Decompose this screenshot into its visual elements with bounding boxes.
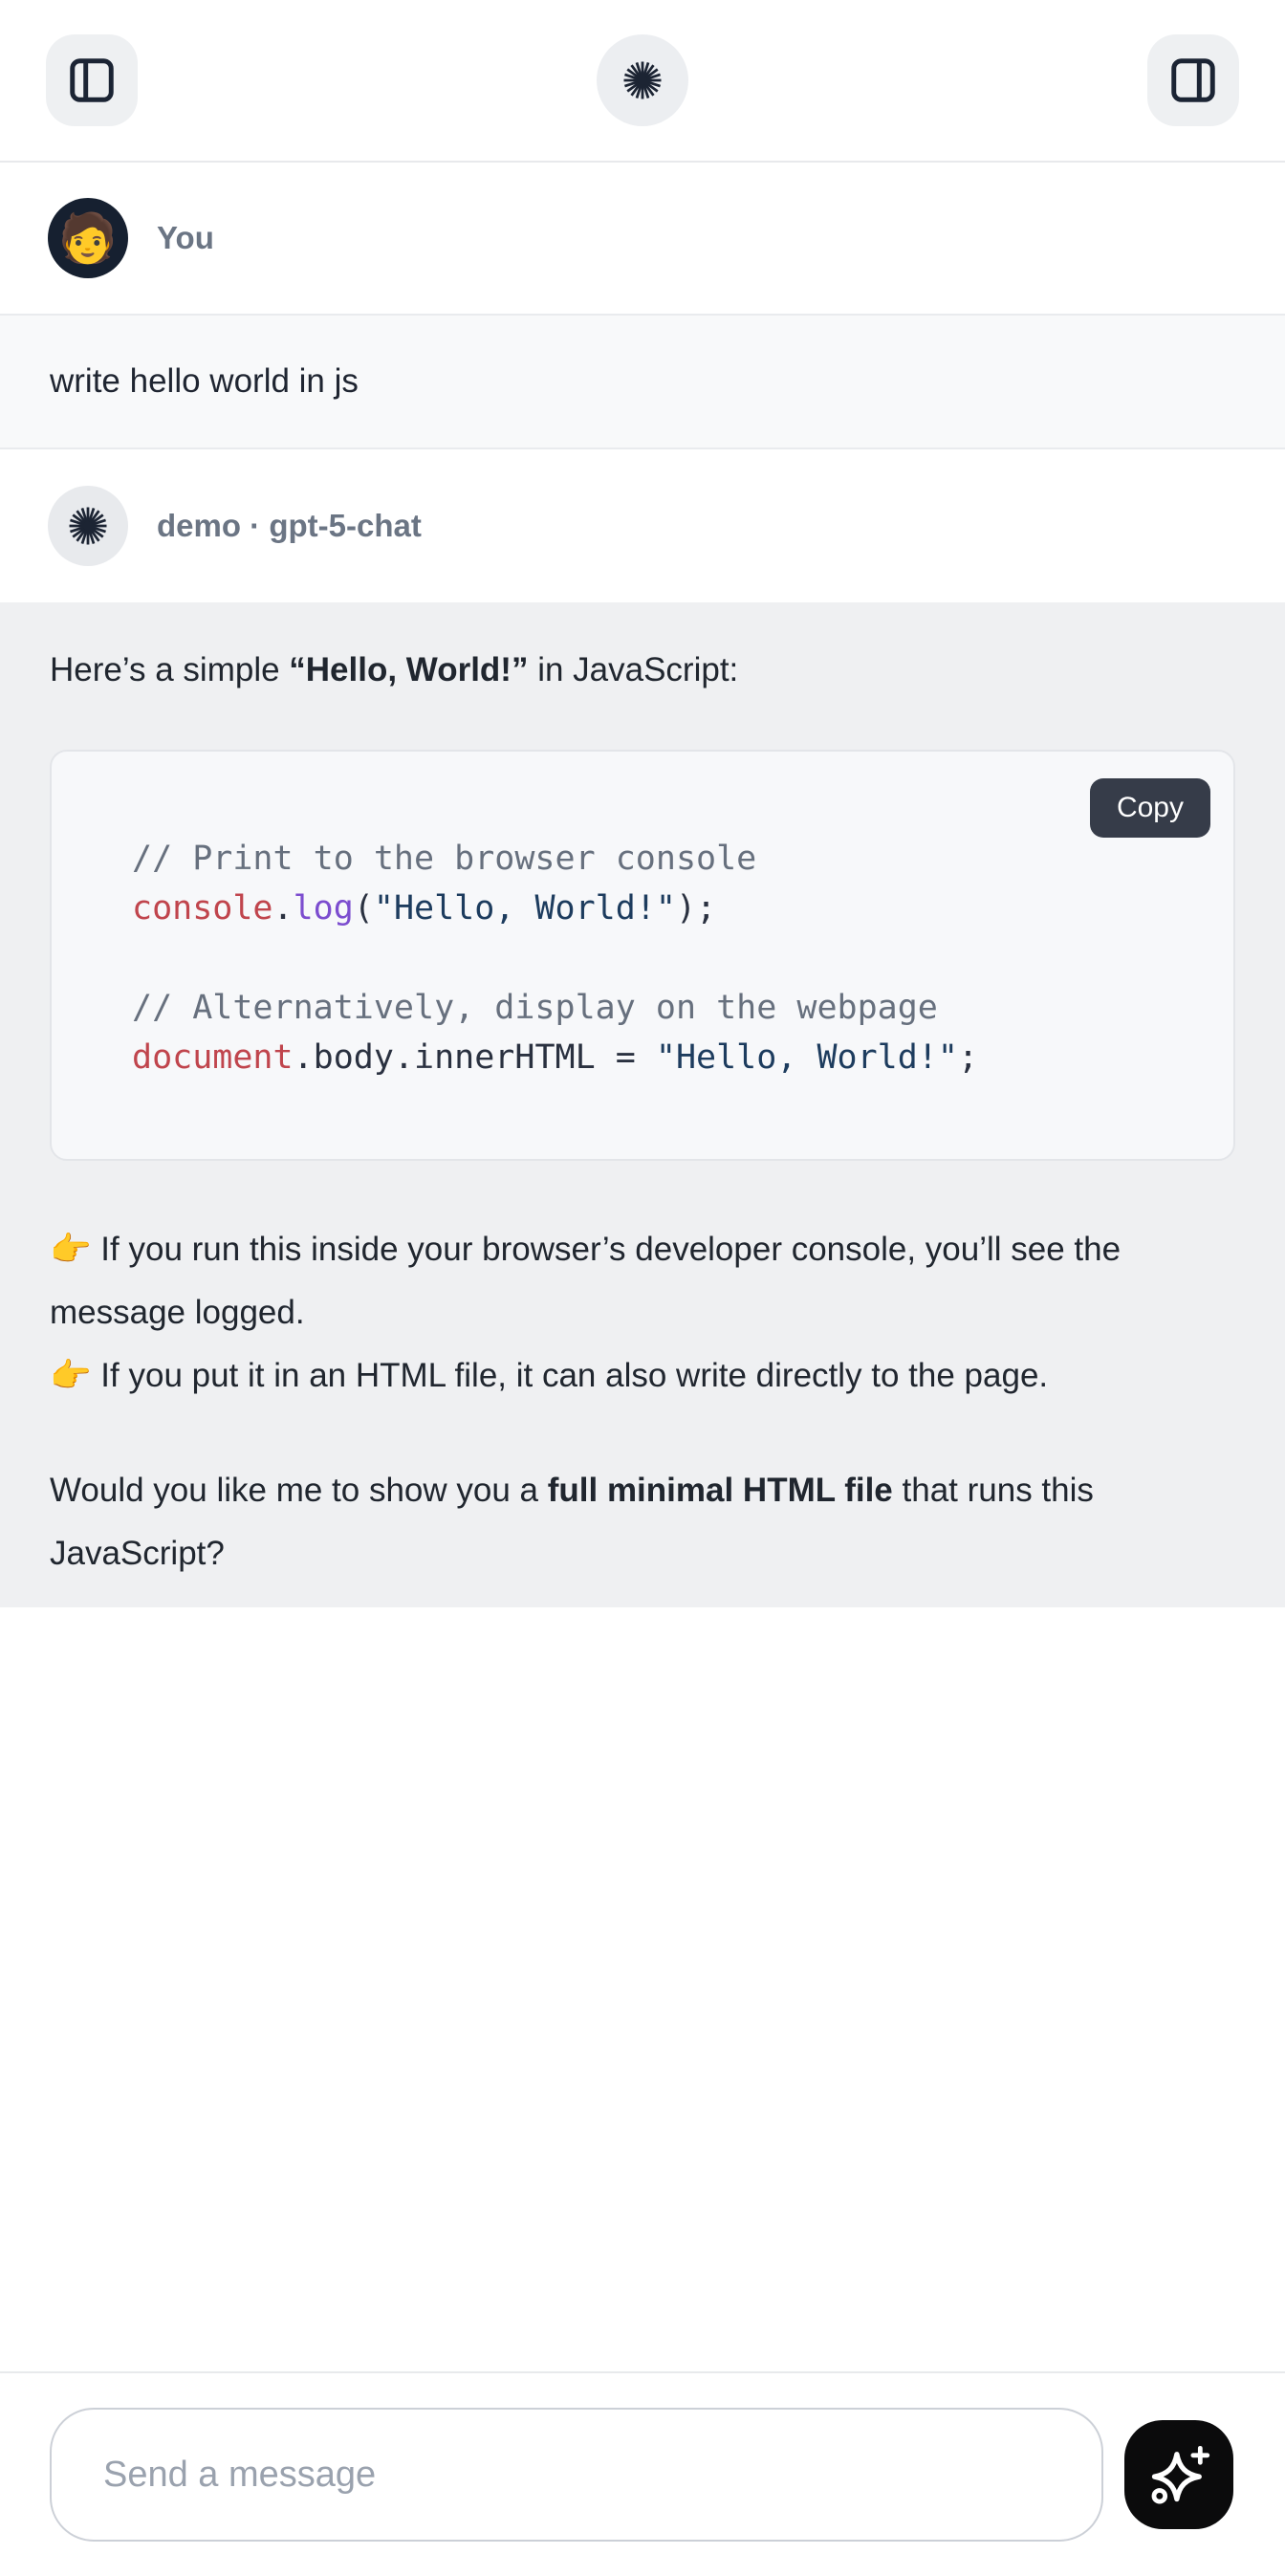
user-message-text: write hello world in js <box>50 362 359 401</box>
code-line: console.log("Hello, World!"); <box>132 884 1195 933</box>
composer-bar <box>0 2371 1285 2576</box>
user-message-bubble: write hello world in js <box>0 314 1285 449</box>
assistant-note-line: 👉 If you run this inside your browser’s … <box>50 1218 1235 1344</box>
user-message-header: 🧑 You <box>0 163 1285 314</box>
code-line-blank <box>132 933 1195 983</box>
empty-space <box>0 1607 1285 2371</box>
code-line: document.body.innerHTML = "Hello, World!… <box>132 1033 1195 1082</box>
assistant-closing-question: Would you like me to show you a full min… <box>50 1459 1235 1585</box>
user-sender-label: You <box>157 220 214 256</box>
code-line: // Alternatively, display on the webpage <box>132 983 1195 1033</box>
starburst-icon <box>63 501 113 551</box>
user-avatar-emoji: 🧑 <box>58 214 118 262</box>
sparkle-icon <box>1146 2442 1211 2507</box>
assistant-message-body: Here’s a simple “Hello, World!” in JavaS… <box>0 602 1285 1607</box>
assistant-intro-line: Here’s a simple “Hello, World!” in JavaS… <box>50 639 1235 702</box>
code-block: // Print to the browser consoleconsole.l… <box>52 752 1233 1082</box>
assistant-avatar <box>48 486 128 566</box>
toggle-right-sidebar-button[interactable] <box>1147 34 1239 126</box>
user-avatar: 🧑 <box>48 198 128 278</box>
assistant-model-label: demo · gpt-5-chat <box>157 508 422 544</box>
app-logo <box>597 34 688 126</box>
code-block-card: Copy // Print to the browser consolecons… <box>50 750 1235 1161</box>
top-bar <box>0 0 1285 163</box>
copy-code-button[interactable]: Copy <box>1090 778 1210 838</box>
send-button[interactable] <box>1124 2420 1233 2529</box>
starburst-icon <box>618 55 667 105</box>
assistant-message-header: demo · gpt-5-chat <box>0 449 1285 602</box>
assistant-notes: 👉 If you run this inside your browser’s … <box>50 1218 1235 1408</box>
code-line: // Print to the browser console <box>132 834 1195 884</box>
toggle-left-sidebar-button[interactable] <box>46 34 138 126</box>
panel-left-icon <box>66 55 118 106</box>
message-input[interactable] <box>50 2408 1103 2542</box>
panel-right-icon <box>1167 55 1219 106</box>
assistant-note-line: 👉 If you put it in an HTML file, it can … <box>50 1344 1235 1408</box>
